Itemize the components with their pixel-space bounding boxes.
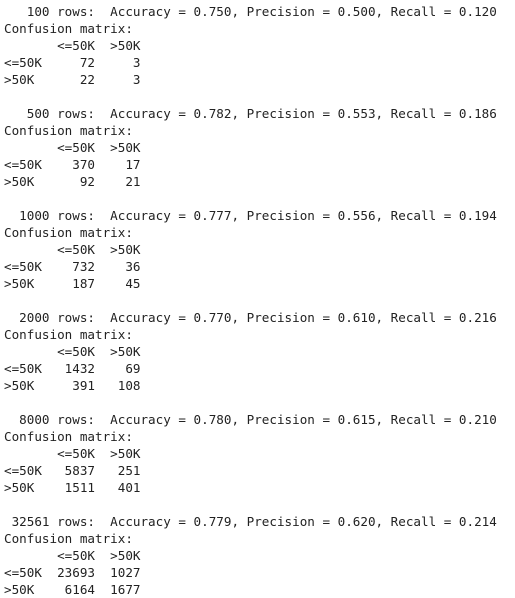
output-line: >50K 187 45 bbox=[4, 276, 141, 291]
output-line: Confusion matrix: bbox=[4, 531, 133, 546]
output-line: <=50K >50K bbox=[4, 548, 141, 563]
output-line: <=50K 72 3 bbox=[4, 55, 141, 70]
output-line: <=50K >50K bbox=[4, 446, 141, 461]
output-line: 500 rows: Accuracy = 0.782, Precision = … bbox=[4, 106, 497, 121]
output-line: <=50K 1432 69 bbox=[4, 361, 141, 376]
output-line: 100 rows: Accuracy = 0.750, Precision = … bbox=[4, 4, 497, 19]
output-line: Confusion matrix: bbox=[4, 123, 133, 138]
output-line: 1000 rows: Accuracy = 0.777, Precision =… bbox=[4, 208, 497, 223]
output-line: >50K 391 108 bbox=[4, 378, 141, 393]
output-line: <=50K 370 17 bbox=[4, 157, 141, 172]
output-line: <=50K >50K bbox=[4, 242, 141, 257]
output-line: <=50K >50K bbox=[4, 344, 141, 359]
output-line: Confusion matrix: bbox=[4, 429, 133, 444]
output-line: Confusion matrix: bbox=[4, 327, 133, 342]
output-line: >50K 1511 401 bbox=[4, 480, 141, 495]
output-line: <=50K 23693 1027 bbox=[4, 565, 141, 580]
output-line: 2000 rows: Accuracy = 0.770, Precision =… bbox=[4, 310, 497, 325]
output-line: >50K 6164 1677 bbox=[4, 582, 141, 597]
output-line: 32561 rows: Accuracy = 0.779, Precision … bbox=[4, 514, 497, 529]
output-line: >50K 92 21 bbox=[4, 174, 141, 189]
output-line: <=50K 5837 251 bbox=[4, 463, 141, 478]
output-line: <=50K >50K bbox=[4, 140, 141, 155]
output-line: 8000 rows: Accuracy = 0.780, Precision =… bbox=[4, 412, 497, 427]
console-output: 100 rows: Accuracy = 0.750, Precision = … bbox=[4, 3, 497, 598]
output-line: Confusion matrix: bbox=[4, 225, 133, 240]
output-line: <=50K 732 36 bbox=[4, 259, 141, 274]
output-line: Confusion matrix: bbox=[4, 21, 133, 36]
output-line: >50K 22 3 bbox=[4, 72, 141, 87]
output-line: <=50K >50K bbox=[4, 38, 141, 53]
